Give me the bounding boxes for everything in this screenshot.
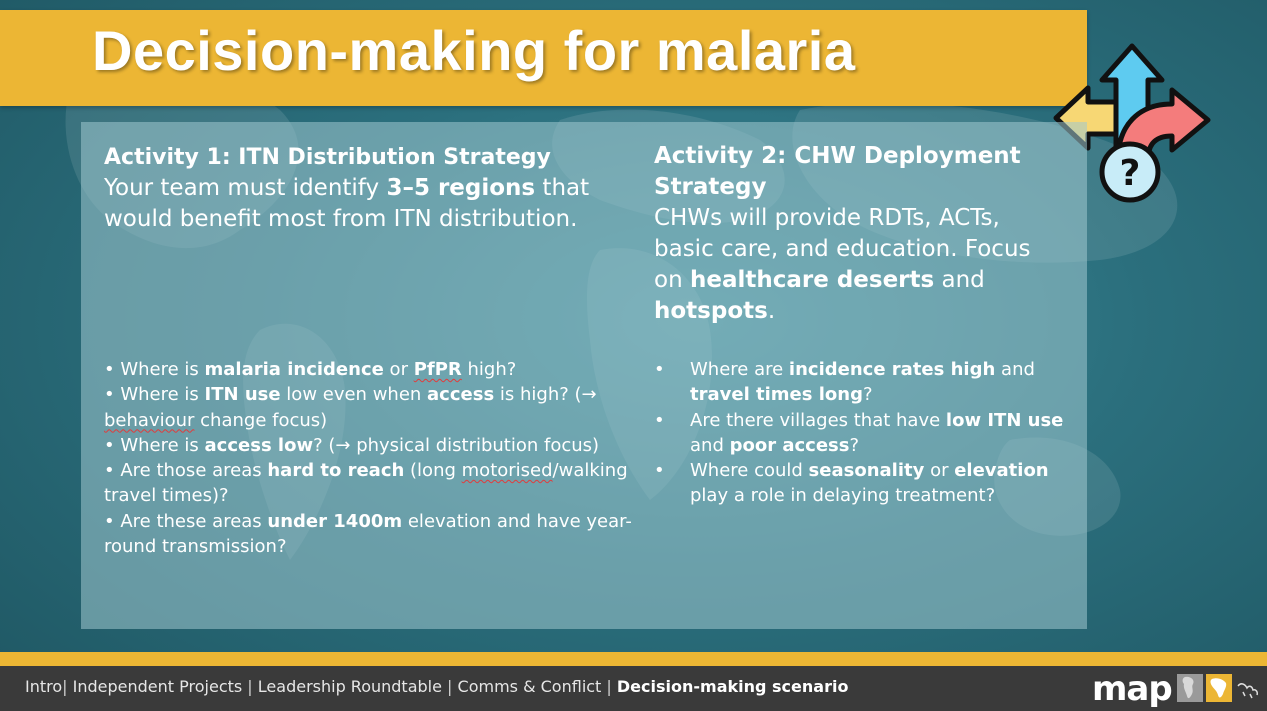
map-logo-americas-icon — [1177, 674, 1203, 702]
map-logo-asia-icon — [1235, 674, 1261, 702]
list-item: Where is malaria incidence or PfPR high? — [104, 357, 634, 382]
activity-2-heading: Activity 2: CHW Deployment Strategy — [654, 143, 1021, 200]
activity-1-intro: Your team must identify 3–5 regions that… — [104, 175, 590, 232]
nav-item-independent-projects[interactable]: Independent Projects — [73, 677, 243, 696]
nav-item-comms-conflict[interactable]: Comms & Conflict — [458, 677, 602, 696]
list-item: Where is ITN use low even when access is… — [104, 382, 634, 433]
activity-1-heading: Activity 1: ITN Distribution Strategy — [104, 145, 551, 170]
list-item: Are these areas under 1400m elevation an… — [104, 509, 634, 560]
activity-2-questions: Where are incidence rates high and trave… — [654, 357, 1064, 509]
map-logo-africa-icon — [1206, 674, 1232, 702]
nav-item-leadership-roundtable[interactable]: Leadership Roundtable — [258, 677, 442, 696]
list-item: Are there villages that have low ITN use… — [654, 408, 1064, 459]
nav-item-decision-making-scenario[interactable]: Decision-making scenario — [617, 677, 849, 696]
map-logo: map — [1092, 669, 1173, 709]
list-item: Where could seasonality or elevation pla… — [654, 458, 1064, 509]
activity-1-questions: Where is malaria incidence or PfPR high?… — [104, 357, 634, 559]
activity-1-section: Activity 1: ITN Distribution Strategy Yo… — [104, 143, 634, 235]
list-item: Where are incidence rates high and trave… — [654, 357, 1064, 408]
svg-text:?: ? — [1120, 153, 1141, 194]
section-navigation: Intro| Independent Projects | Leadership… — [25, 677, 849, 696]
nav-item-intro[interactable]: Intro — [25, 677, 62, 696]
list-item: Are those areas hard to reach (long moto… — [104, 458, 634, 509]
list-item: Where is access low? (→ physical distrib… — [104, 433, 634, 458]
activity-2-intro: CHWs will provide RDTs, ACTs, basic care… — [654, 205, 1031, 324]
activity-2-section: Activity 2: CHW Deployment Strategy CHWs… — [654, 141, 1064, 327]
footer-accent-strip — [0, 652, 1267, 666]
slide-title: Decision-making for malaria — [92, 19, 856, 82]
footer-bar: Intro| Independent Projects | Leadership… — [0, 666, 1267, 711]
